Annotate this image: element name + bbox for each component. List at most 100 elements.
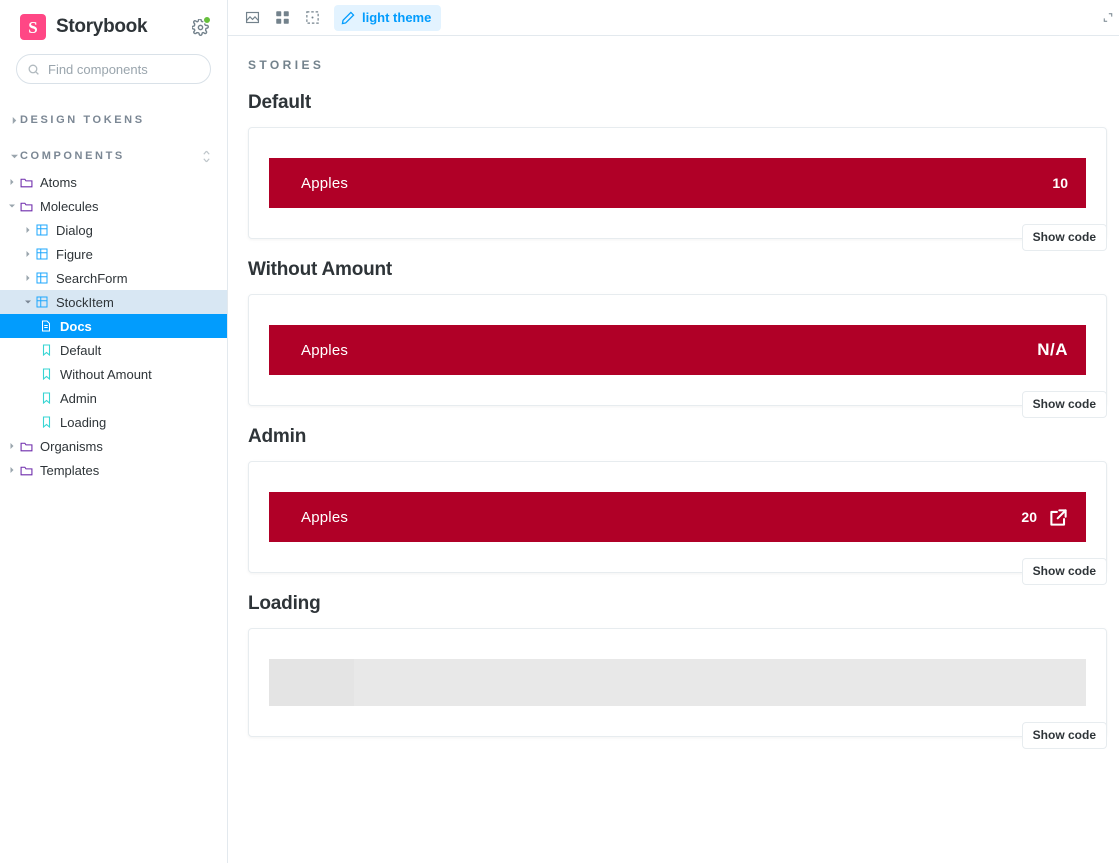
tree-item-label: Figure (56, 246, 93, 262)
stock-item: Apples 10 (269, 158, 1086, 208)
stock-item-name: Apples (301, 174, 349, 192)
skeleton-block-left (269, 659, 354, 706)
measure-icon[interactable] (298, 4, 326, 32)
chevron-right-icon (22, 251, 34, 257)
component-icon (34, 248, 50, 260)
tree-item-label: Dialog (56, 222, 93, 238)
show-code-button[interactable]: Show code (1021, 558, 1107, 585)
sidebar-brand[interactable]: S Storybook (0, 0, 227, 54)
story-icon (38, 416, 54, 428)
search-container: / (0, 54, 227, 84)
show-code-button[interactable]: Show code (1021, 224, 1107, 251)
story-icon (38, 392, 54, 404)
external-link-icon[interactable] (1049, 508, 1068, 527)
tree-item-organisms[interactable]: Organisms (0, 434, 227, 458)
sidebar-section-label: COMPONENTS (20, 150, 125, 162)
stock-item-name: Apples (301, 341, 349, 359)
stock-item-name: Apples (301, 508, 349, 526)
tree-item-searchform[interactable]: SearchForm (0, 266, 227, 290)
update-badge-dot (203, 16, 211, 24)
docs-page: STORIES Default Apples 10 Show code With… (228, 36, 1119, 863)
story-preview-loading: Show code (248, 628, 1107, 749)
story-preview-admin: Apples 20 Show code (248, 461, 1107, 585)
tree-item-label: SearchForm (56, 270, 128, 286)
folder-icon (18, 464, 34, 477)
tree-item-label: Loading (60, 414, 107, 430)
expand-icon[interactable] (1103, 10, 1113, 25)
sidebar-section-design-tokens[interactable]: DESIGN TOKENS (0, 106, 227, 134)
backgrounds-icon[interactable] (238, 4, 266, 32)
story-preview-default: Apples 10 Show code (248, 127, 1107, 251)
stock-item-amount: 10 (1052, 175, 1068, 191)
document-icon (38, 320, 54, 332)
story-icon (38, 344, 54, 356)
show-code-button[interactable]: Show code (1021, 391, 1107, 418)
theme-toggle-button[interactable]: light theme (334, 4, 442, 31)
component-tree: DESIGN TOKENS COMPONENTS Atoms Molecules… (0, 106, 227, 482)
chevron-down-icon (22, 299, 34, 305)
stock-item-skeleton (269, 659, 1086, 706)
stock-item-right: 10 (1052, 175, 1068, 191)
tree-item-without-amount[interactable]: Without Amount (0, 362, 227, 386)
story-icon (38, 368, 54, 380)
chevron-down-icon (6, 203, 18, 209)
component-icon (34, 224, 50, 236)
pencil-icon (341, 11, 355, 25)
stories-kicker: STORIES (248, 58, 325, 72)
stock-item-amount: 20 (1021, 509, 1037, 525)
tree-item-atoms[interactable]: Atoms (0, 170, 227, 194)
component-icon (34, 272, 50, 284)
search-icon (27, 63, 41, 76)
stock-item-amount: N/A (1037, 340, 1068, 359)
tree-item-label: StockItem (56, 294, 114, 310)
theme-toggle-label: light theme (362, 10, 432, 25)
tree-item-loading[interactable]: Loading (0, 410, 227, 434)
toolbar-right-group (1103, 10, 1113, 25)
tree-item-figure[interactable]: Figure (0, 242, 227, 266)
tree-item-docs[interactable]: Docs (0, 314, 227, 338)
tree-item-molecules[interactable]: Molecules (0, 194, 227, 218)
story-heading-without-amount: Without Amount (248, 259, 393, 280)
show-code-button[interactable]: Show code (1021, 722, 1107, 749)
tree-item-label: Atoms (40, 174, 77, 190)
sidebar-section-label: DESIGN TOKENS (20, 114, 145, 126)
tree-item-label: Default (60, 342, 102, 358)
storybook-logo-icon: S (20, 14, 46, 40)
skeleton-block-right (354, 659, 1086, 706)
folder-icon (18, 176, 34, 189)
tree-item-stockitem[interactable]: StockItem (0, 290, 227, 314)
tree-item-label: Molecules (40, 198, 99, 214)
chevron-right-icon (6, 443, 18, 449)
tree-item-label: Organisms (40, 438, 103, 454)
tree-item-admin[interactable]: Admin (0, 386, 227, 410)
chevron-right-icon (22, 227, 34, 233)
tree-item-label: Docs (60, 318, 92, 334)
chevron-down-icon (8, 153, 20, 160)
storybook-app: S Storybook / (0, 0, 1119, 863)
search-input[interactable] (48, 61, 224, 77)
preview-toolbar: light theme (228, 0, 1119, 36)
stock-item-right: 20 (1021, 508, 1068, 527)
chevron-right-icon (6, 467, 18, 473)
tree-item-label: Without Amount (60, 366, 152, 382)
story-heading-loading: Loading (248, 593, 321, 614)
folder-icon (18, 200, 34, 213)
tree-item-dialog[interactable]: Dialog (0, 218, 227, 242)
chevron-right-icon (22, 275, 34, 281)
search-box[interactable]: / (16, 54, 224, 84)
stock-item: Apples N/A (269, 325, 1086, 375)
chevron-right-icon (6, 179, 18, 185)
sidebar-section-components[interactable]: COMPONENTS (0, 142, 227, 170)
app-title: Storybook (56, 16, 148, 37)
storybook-logo-letter: S (28, 17, 38, 37)
tree-item-default[interactable]: Default (0, 338, 227, 362)
tree-item-templates[interactable]: Templates (0, 458, 227, 482)
story-preview-without-amount: Apples N/A Show code (248, 294, 1107, 418)
sidebar: S Storybook / (0, 0, 228, 863)
grid-icon[interactable] (268, 4, 296, 32)
stock-item: Apples 20 (269, 492, 1086, 542)
story-heading-admin: Admin (248, 426, 307, 447)
expand-collapse-icon[interactable] (202, 150, 211, 163)
gear-icon[interactable] (189, 16, 211, 38)
story-heading-default: Default (248, 92, 311, 113)
